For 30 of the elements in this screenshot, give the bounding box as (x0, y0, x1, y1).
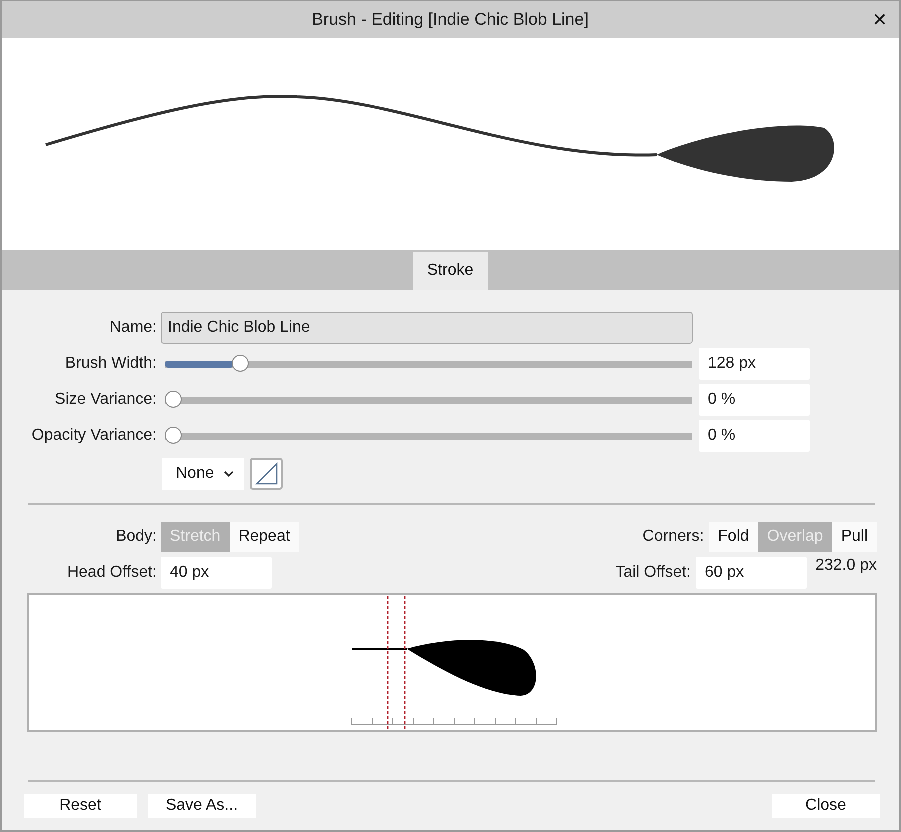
close-dialog-button[interactable]: Close (772, 794, 880, 818)
dialog-button[interactable]: Reset (24, 794, 137, 818)
tail-offset-field[interactable]: 60 px (696, 557, 807, 589)
body-option[interactable]: Repeat (230, 522, 300, 552)
body-label: Body: (115, 528, 157, 546)
tail-offset-label: Tail Offset: (616, 564, 691, 582)
slider-label: Size Variance: (54, 391, 157, 409)
close-button[interactable]: ✕ (867, 7, 893, 33)
slider-thumb[interactable] (232, 355, 250, 372)
slider-label: Opacity Variance: (30, 427, 157, 445)
value-field[interactable]: 0 % (699, 384, 810, 416)
slider-label: Brush Width: (64, 355, 157, 373)
dialog-button[interactable]: Save As... (148, 794, 256, 818)
window-title: Brush - Editing [Indie Chic Blob Line] (312, 10, 589, 30)
corners-option[interactable]: Pull (832, 522, 877, 552)
value-field[interactable]: 128 px (699, 348, 810, 380)
slider-thumb[interactable] (165, 391, 182, 408)
curve-button[interactable] (250, 458, 283, 490)
stroke-tab[interactable]: Stroke (413, 252, 488, 290)
corners-label: Corners: (642, 528, 704, 546)
head-offset-field[interactable]: 40 px (161, 557, 272, 589)
slider-thumb[interactable] (165, 427, 182, 444)
head-offset-label: Head Offset: (66, 564, 157, 582)
pressure-dropdown[interactable]: None (162, 458, 244, 490)
value-field[interactable]: 0 % (699, 420, 810, 452)
name-field[interactable]: Indie Chic Blob Line (161, 312, 693, 344)
length-text: 232.0 px (814, 557, 877, 575)
name-label: Name: (108, 319, 157, 337)
corners-option[interactable]: Fold (709, 522, 758, 552)
chevron-down-icon (224, 470, 234, 478)
